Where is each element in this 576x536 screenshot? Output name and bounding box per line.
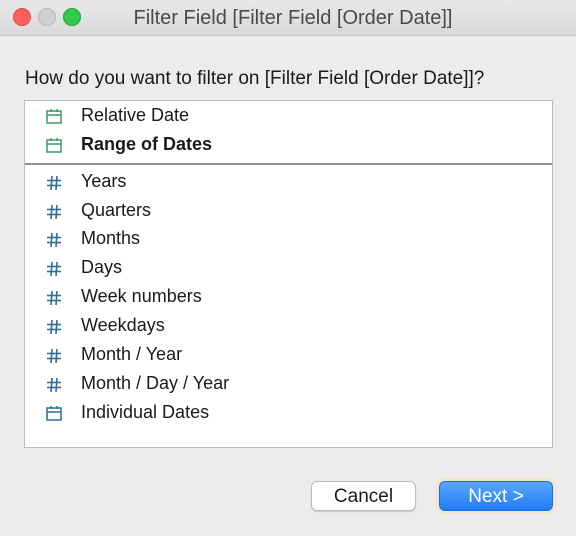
- calendar-icon: [45, 405, 63, 423]
- list-item-range-of-dates[interactable]: Range of Dates: [25, 131, 552, 160]
- hash-icon: [45, 289, 63, 307]
- list-item-days[interactable]: Days: [25, 254, 552, 283]
- list-item-weekdays[interactable]: Weekdays: [25, 312, 552, 341]
- list-item-years[interactable]: Years: [25, 168, 552, 197]
- list-item-month-year[interactable]: Month / Year: [25, 341, 552, 370]
- calendar-icon: [45, 108, 63, 126]
- hash-icon: [45, 260, 63, 278]
- list-item-label: Days: [81, 257, 123, 277]
- list-item-label: Individual Dates: [81, 402, 210, 422]
- list-item-label: Week numbers: [81, 286, 202, 306]
- hash-icon: [45, 376, 63, 394]
- window-title: Filter Field [Filter Field [Order Date]]: [133, 7, 453, 29]
- list-item-label: Months: [81, 228, 141, 248]
- hash-icon: [45, 231, 63, 249]
- list-item-label: Relative Date: [81, 105, 190, 125]
- list-item-label: Years: [81, 171, 127, 191]
- hash-icon: [45, 318, 63, 336]
- list-item-label: Range of Dates: [81, 134, 213, 154]
- list-item-individual-dates[interactable]: Individual Dates: [25, 399, 552, 428]
- filter-question: How do you want to filter on [Filter Fie…: [25, 68, 485, 89]
- hash-icon: [45, 203, 63, 221]
- filter-type-list[interactable]: Relative Date Range of Dates Years Quart…: [24, 100, 553, 448]
- list-item-quarters[interactable]: Quarters: [25, 197, 552, 226]
- list-item-label: Month / Day / Year: [81, 373, 230, 393]
- next-button[interactable]: Next >: [439, 481, 553, 511]
- hash-icon: [45, 174, 63, 192]
- hash-icon: [45, 347, 63, 365]
- list-item-relative-date[interactable]: Relative Date: [25, 102, 552, 131]
- list-divider: [25, 163, 552, 165]
- cancel-button[interactable]: Cancel: [311, 481, 416, 511]
- list-item-month-day-year[interactable]: Month / Day / Year: [25, 370, 552, 399]
- list-item-months[interactable]: Months: [25, 225, 552, 254]
- title-bar: Filter Field [Filter Field [Order Date]]: [0, 0, 576, 36]
- list-item-week-numbers[interactable]: Week numbers: [25, 283, 552, 312]
- calendar-icon: [45, 137, 63, 155]
- list-item-label: Quarters: [81, 200, 152, 220]
- list-item-label: Weekdays: [81, 315, 165, 335]
- list-item-label: Month / Year: [81, 344, 183, 364]
